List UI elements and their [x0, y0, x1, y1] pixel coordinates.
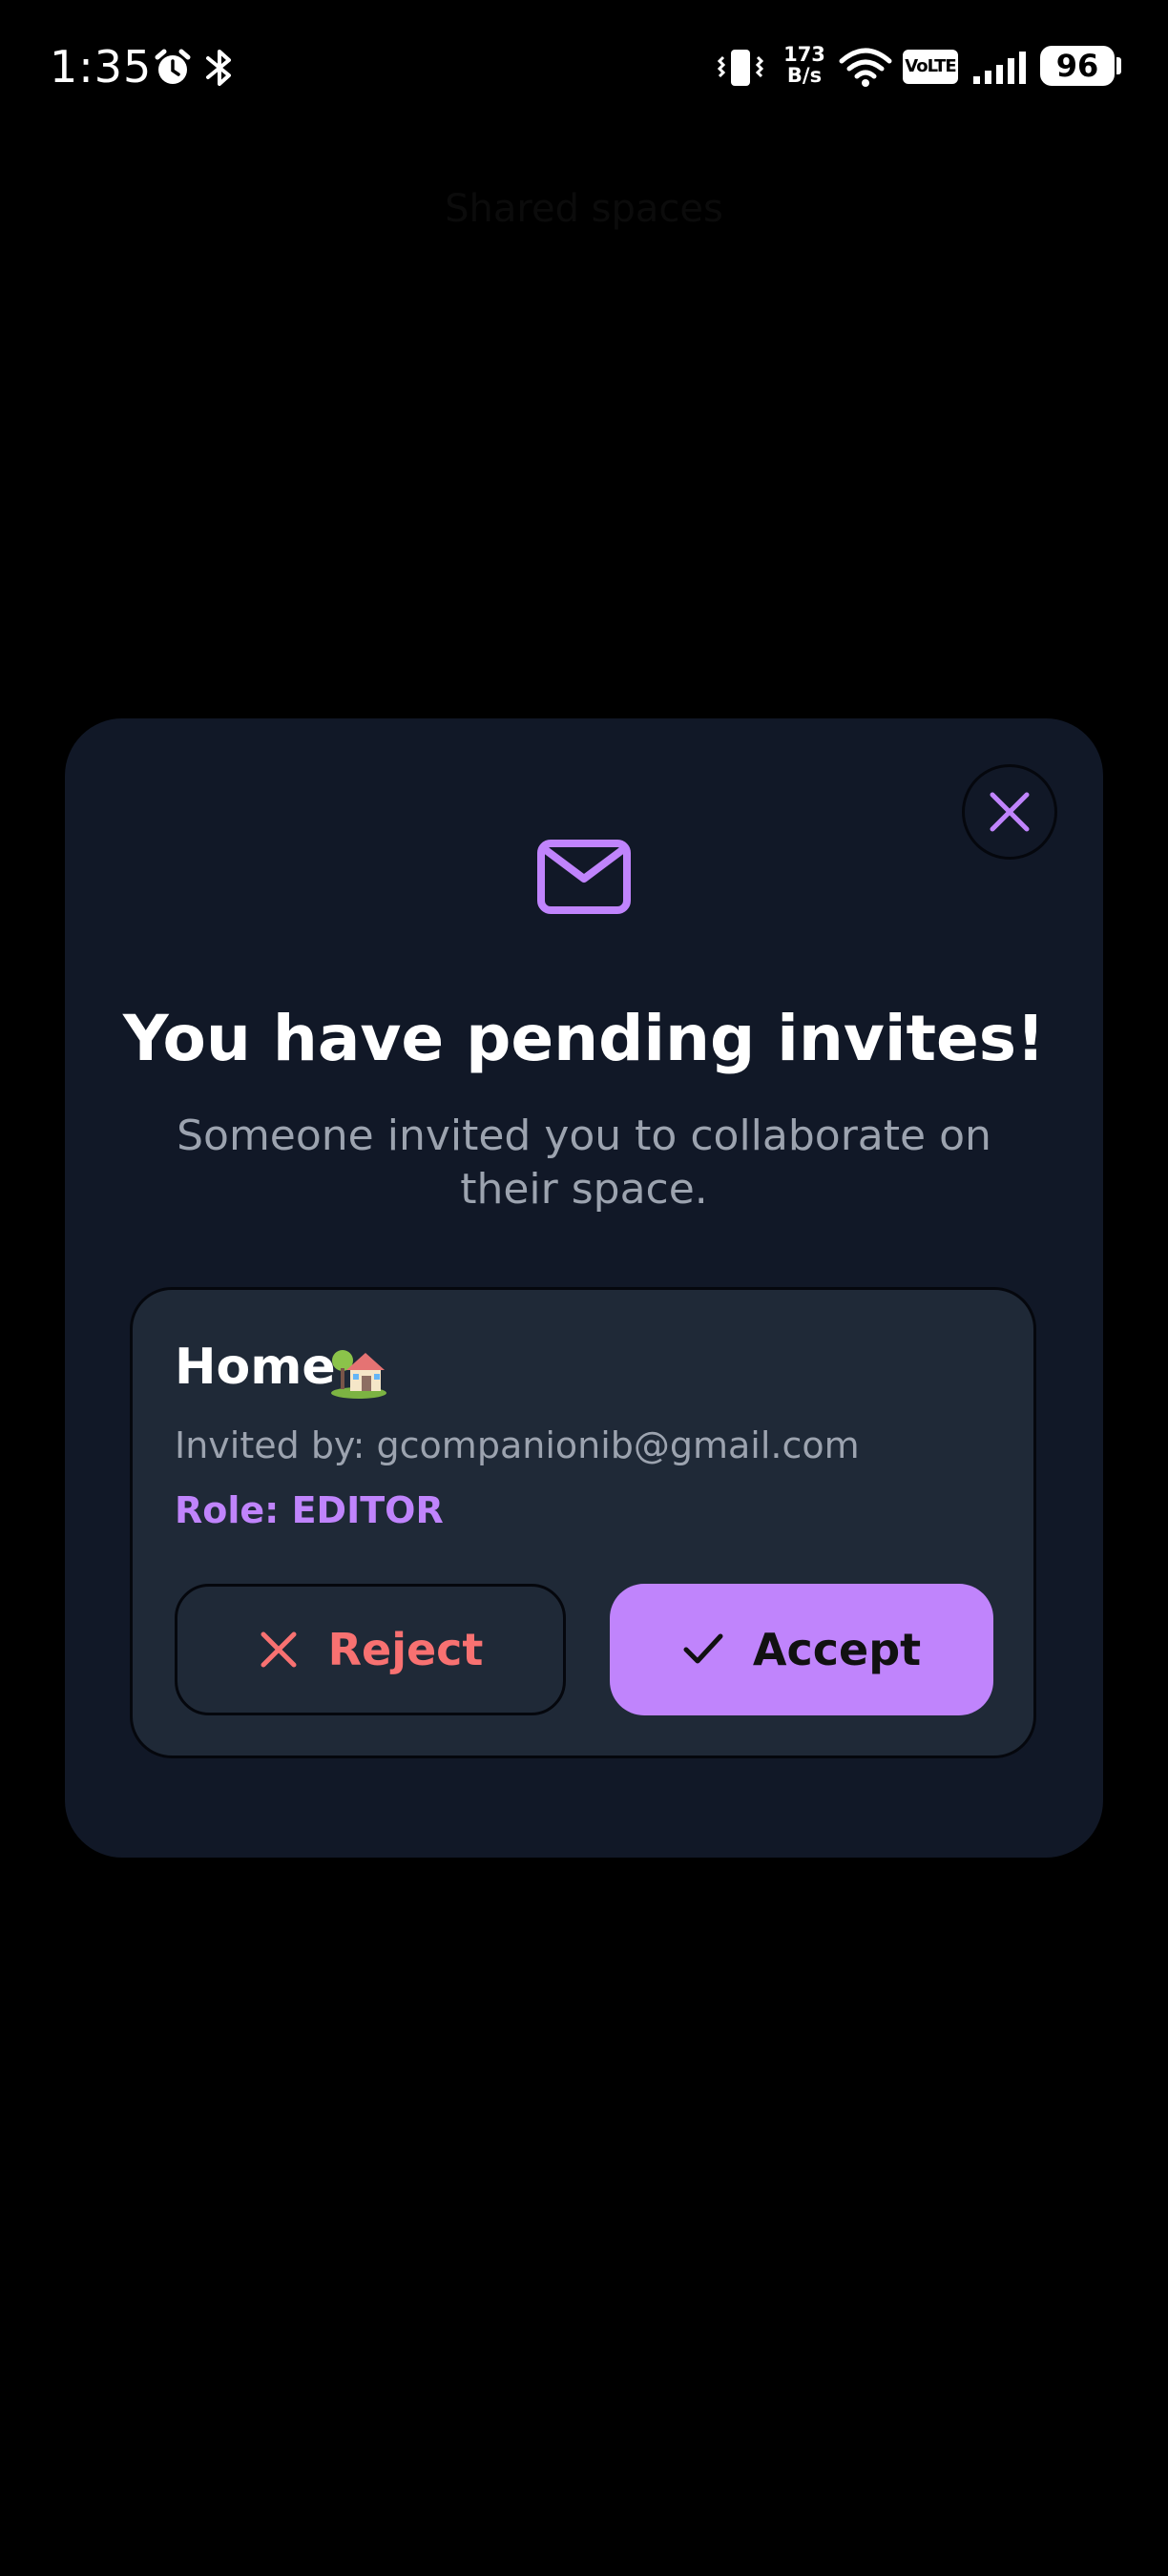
bluetooth-icon: [206, 50, 231, 86]
network-speed: 173 B/s: [778, 44, 831, 86]
signal-icon: [973, 52, 1026, 84]
battery-icon: [1116, 57, 1121, 74]
vibrate-icon: [717, 50, 764, 86]
mail-icon: [537, 840, 631, 914]
accept-button[interactable]: Accept: [610, 1584, 993, 1715]
invite-card: Home Invited by: gcompanionib@gmail.com …: [130, 1287, 1036, 1758]
dialog-title: You have pending invites!: [122, 1002, 1046, 1075]
dialog-subtitle: Someone invited you to collaborate on th…: [177, 1111, 991, 1214]
screen: 1:35 173 B/s VoLTE 96 Shared spaces You …: [0, 0, 1168, 2576]
battery-level: 96: [1040, 46, 1115, 86]
x-icon: [261, 1631, 297, 1668]
alarm-icon: [155, 49, 191, 84]
status-bar: 1:35 173 B/s VoLTE 96: [0, 0, 1168, 134]
reject-button[interactable]: Reject: [175, 1584, 566, 1715]
house-with-garden-icon: [331, 1350, 386, 1399]
checkmark-icon: [683, 1633, 723, 1664]
wifi-icon: [839, 48, 892, 87]
volte-badge: VoLTE: [903, 50, 958, 84]
space-name: Home: [175, 1339, 336, 1396]
reject-label: Reject: [327, 1624, 484, 1675]
invited-by-text: Invited by: gcompanionib@gmail.com: [175, 1424, 860, 1466]
role-text: Role: EDITOR: [175, 1489, 444, 1531]
background-title: Shared spaces: [445, 187, 723, 231]
close-icon: [990, 792, 1030, 832]
accept-label: Accept: [752, 1624, 922, 1675]
invites-dialog: You have pending invites! Someone invite…: [65, 718, 1103, 1858]
network-speed-value: 173: [783, 43, 825, 66]
network-speed-unit: B/s: [786, 64, 823, 87]
status-time: 1:35: [50, 41, 153, 93]
close-button[interactable]: [962, 764, 1057, 860]
